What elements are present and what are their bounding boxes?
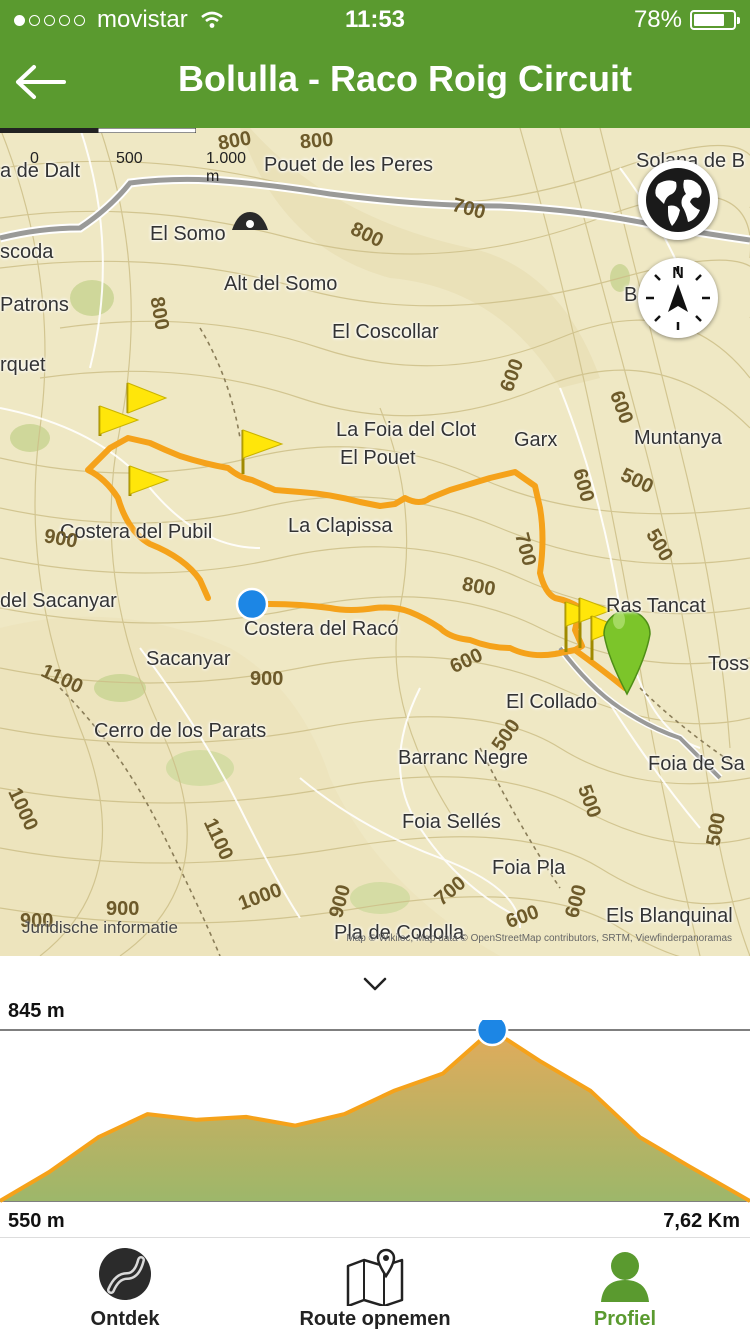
globe-button[interactable] bbox=[638, 160, 718, 240]
map-place-label: Alt del Somo bbox=[224, 273, 338, 295]
map-place-label: Cerro de los Parats bbox=[94, 720, 267, 742]
elevation-profile-chart[interactable] bbox=[0, 1020, 750, 1236]
elevation-position-marker bbox=[475, 1020, 509, 1047]
map-place-label: Foia Pla bbox=[492, 857, 566, 879]
map-place-label: Foia Sellés bbox=[402, 811, 501, 833]
map-place-label: El Collado bbox=[506, 691, 598, 713]
map-place-label: Foia de Sa bbox=[648, 753, 745, 775]
compass-letter: N bbox=[672, 265, 684, 282]
map-attribution: Map © Wikiloc, Map data © OpenStreetMap … bbox=[346, 933, 732, 944]
tab-label: Route opnemen bbox=[299, 1308, 451, 1330]
tab-profiel[interactable]: Profiel bbox=[550, 1238, 700, 1335]
compass-button[interactable]: N bbox=[638, 258, 718, 338]
elevation-area bbox=[0, 1030, 750, 1201]
profile-icon bbox=[601, 1252, 649, 1302]
map-place-label: El Coscollar bbox=[332, 321, 439, 343]
app-header: movistar 11:53 78% Bolulla - Raco Roig C… bbox=[0, 0, 750, 128]
map-place-label: El Pouet bbox=[340, 447, 416, 469]
tab-label: Ontdek bbox=[90, 1308, 160, 1330]
map-place-label: La Clapissa bbox=[288, 515, 393, 537]
elevation-min-label: 550 m bbox=[8, 1210, 65, 1232]
distance-label: 7,62 Km bbox=[663, 1210, 740, 1232]
page-title: Bolulla - Raco Roig Circuit bbox=[177, 58, 633, 99]
scale-mid: 500 bbox=[116, 150, 143, 167]
map-place-label: rquet bbox=[0, 354, 46, 376]
map-place-label: La Foia del Clot bbox=[336, 419, 477, 441]
map-place-label: Pouet de les Peres bbox=[264, 154, 433, 176]
map-place-label: Els Blanquinal bbox=[606, 905, 733, 927]
globe-icon bbox=[646, 168, 710, 232]
tab-bar: Ontdek Route opnemen Profiel bbox=[0, 1237, 750, 1335]
map-place-label: Sacanyar bbox=[146, 648, 231, 670]
map-place-label: El Somo bbox=[150, 223, 226, 245]
map-place-label: Garx bbox=[514, 429, 558, 451]
battery-fill bbox=[694, 14, 724, 26]
contour-label: 900 bbox=[250, 668, 284, 690]
map-place-label: a de Dalt bbox=[0, 160, 81, 182]
map-place-label: Muntanya bbox=[634, 427, 722, 449]
map-place-label: scoda bbox=[0, 241, 54, 263]
scale-end: 1.000 m bbox=[206, 150, 247, 185]
discover-icon bbox=[99, 1248, 151, 1300]
tab-ontdek[interactable]: Ontdek bbox=[40, 1238, 210, 1335]
contour-label: 800 bbox=[299, 128, 335, 154]
chevron-down-icon[interactable] bbox=[362, 975, 388, 993]
back-arrow-icon[interactable] bbox=[14, 62, 68, 102]
status-bar: movistar 11:53 78% bbox=[0, 0, 750, 40]
tab-label: Profiel bbox=[593, 1308, 657, 1330]
trail-map[interactable]: 0 500 1.000 m Pouet de les Peres Solana … bbox=[0, 128, 750, 956]
map-place-label: del Sacanyar bbox=[0, 590, 117, 612]
legal-link[interactable]: Juridische informatie bbox=[22, 918, 178, 938]
map-pin-icon bbox=[346, 1248, 404, 1306]
map-place-label: Ras Tancat bbox=[606, 595, 706, 617]
battery-percent: 78% bbox=[633, 6, 682, 33]
compass-icon: N bbox=[646, 265, 710, 330]
map-place-label: Costera del Racó bbox=[244, 618, 399, 640]
map-place-label: Patrons bbox=[0, 294, 69, 316]
map-place-label: Costera del Pubil bbox=[60, 521, 213, 543]
map-place-label: Toss bbox=[708, 653, 750, 675]
scale-bar bbox=[0, 128, 196, 133]
tab-route-opnemen[interactable]: Route opnemen bbox=[270, 1238, 480, 1335]
battery-icon bbox=[690, 10, 740, 30]
map-place-label: B bbox=[624, 284, 638, 306]
